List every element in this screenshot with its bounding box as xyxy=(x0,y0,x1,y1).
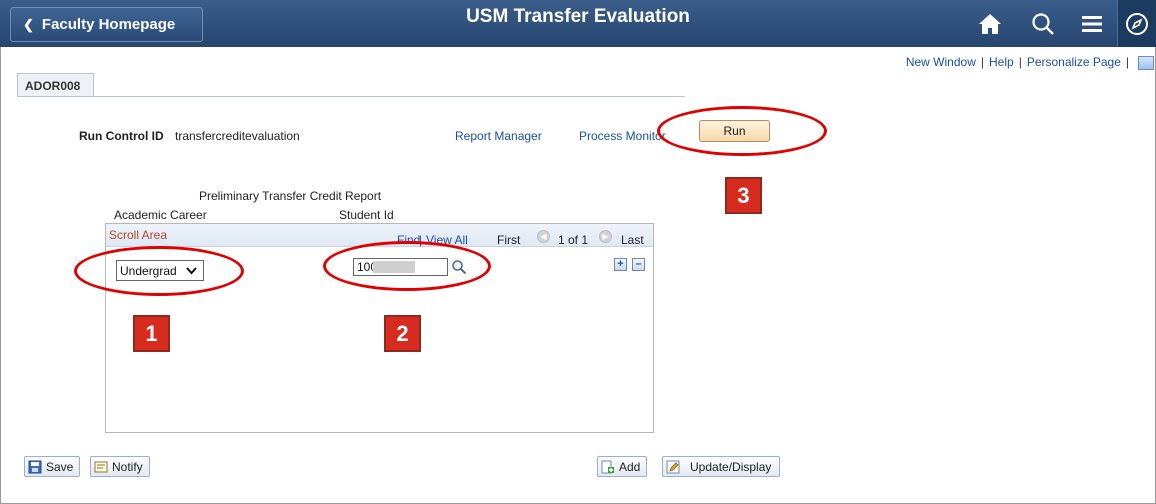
top-links: New Window | Help | Personalize Page | xyxy=(906,55,1134,69)
scroll-area-title: Scroll Area xyxy=(109,228,168,242)
notify-label: Notify xyxy=(112,459,143,474)
tab-divider xyxy=(17,96,685,97)
link-separator: | xyxy=(1125,55,1129,69)
annotation-oval-3 xyxy=(657,106,827,156)
help-link[interactable]: Help xyxy=(989,55,1014,69)
annotation-number-3: 3 xyxy=(725,177,762,214)
navigator-icon[interactable] xyxy=(1124,11,1150,37)
home-icon[interactable] xyxy=(977,11,1003,37)
save-label: Save xyxy=(46,459,74,474)
run-control-value: transfercreditevaluation xyxy=(175,129,300,143)
update-display-label: Update/Display xyxy=(690,459,772,474)
link-separator: | xyxy=(1018,55,1022,69)
academic-career-label: Academic Career xyxy=(114,208,207,222)
new-window-link[interactable]: New Window xyxy=(906,55,976,69)
header-bar: ❮ Faculty Homepage USM Transfer Evaluati… xyxy=(0,0,1156,47)
navigator-panel[interactable] xyxy=(1117,0,1156,47)
last-label: Last xyxy=(621,233,644,247)
previous-arrow-icon[interactable]: ◀ xyxy=(537,230,550,243)
save-button[interactable]: Save xyxy=(24,456,81,477)
run-control-label: Run Control ID xyxy=(79,129,164,143)
report-manager-link[interactable]: Report Manager xyxy=(455,129,542,143)
pencil-icon xyxy=(666,460,680,473)
menu-icon[interactable] xyxy=(1079,11,1105,37)
search-icon[interactable] xyxy=(1030,11,1056,37)
tab-ador008[interactable]: ADOR008 xyxy=(17,73,94,97)
annotation-oval-2 xyxy=(323,241,491,291)
section-title: Preliminary Transfer Credit Report xyxy=(199,189,382,203)
save-icon xyxy=(28,460,42,473)
personalize-grid-icon[interactable] xyxy=(1138,56,1154,70)
add-page-icon xyxy=(601,460,614,473)
notify-icon xyxy=(94,461,108,472)
student-id-label: Student Id xyxy=(339,208,394,222)
link-separator: | xyxy=(980,55,984,69)
page-info: 1 of 1 xyxy=(558,233,589,247)
annotation-oval-1 xyxy=(74,246,244,296)
next-arrow-icon[interactable]: ▶ xyxy=(599,230,612,243)
add-label: Add xyxy=(619,459,641,474)
delete-row-icon[interactable]: – xyxy=(632,258,645,271)
notify-button[interactable]: Notify xyxy=(90,456,150,477)
process-monitor-link[interactable]: Process Monitor xyxy=(579,129,666,143)
first-label: First xyxy=(497,233,521,247)
add-row-icon[interactable]: + xyxy=(614,258,627,271)
personalize-page-link[interactable]: Personalize Page xyxy=(1027,55,1121,69)
annotation-number-2: 2 xyxy=(384,315,421,352)
annotation-number-1: 1 xyxy=(133,315,170,352)
update-display-button[interactable]: Update/Display xyxy=(662,456,781,477)
add-button[interactable]: Add xyxy=(597,456,648,477)
